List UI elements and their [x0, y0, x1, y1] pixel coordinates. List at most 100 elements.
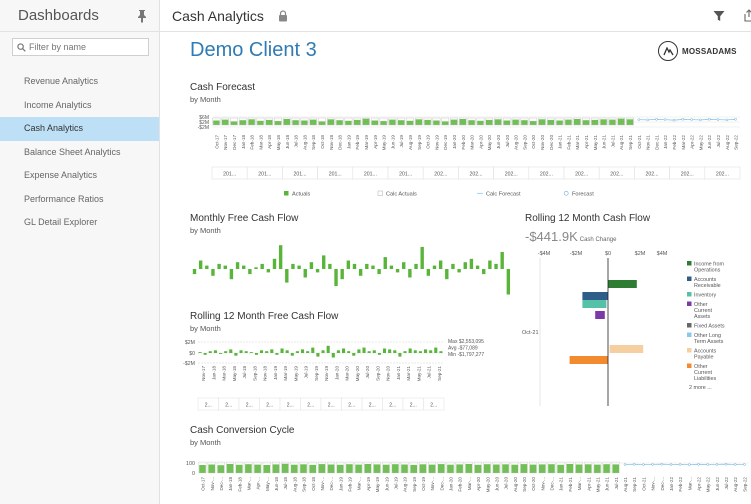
filter-field[interactable] [12, 38, 149, 56]
fcf-bar [457, 269, 461, 273]
actual-bar [354, 119, 361, 125]
filter-input[interactable] [28, 42, 148, 52]
ccc-bar [373, 464, 381, 473]
x-tick-label: Aug-22 [725, 135, 730, 150]
rfcf-bar [408, 348, 412, 353]
x-tick-label: Feb-18 [250, 135, 255, 150]
rolling-cf-title: Rolling 12 Month Cash Flow [525, 213, 651, 224]
ccc-bar [346, 464, 353, 473]
sidebar-header: Dashboards [0, 0, 159, 32]
sidebar-item-revenue-analytics[interactable]: Revenue Analytics [0, 70, 159, 94]
forecast-point [707, 118, 711, 121]
sidebar-item-expense-analytics[interactable]: Expense Analytics [0, 164, 159, 188]
fcf-bar [395, 269, 400, 273]
fcf-bar [248, 269, 252, 275]
actual-bar [486, 119, 493, 125]
ccc-bar [575, 464, 583, 473]
legend-swatch [687, 363, 692, 368]
actual-bar [530, 121, 537, 125]
rolling-fcf-chart[interactable]: $2M $0 -$2M Max $2,553,095Avg -$77,089Min -… [174, 338, 519, 414]
actual-bar [398, 120, 405, 125]
actual-bar [239, 120, 246, 125]
cash-forecast-title: Cash Forecast [190, 82, 256, 93]
x-tick-label: Nov-... [210, 477, 215, 491]
lock-icon[interactable] [278, 9, 288, 22]
x-tick-label: Jul-20 [505, 135, 510, 148]
rfcf-bar [347, 351, 351, 353]
year-label: 201... [329, 172, 342, 178]
year-label: 2... [266, 403, 273, 409]
rfcf-bar [306, 351, 310, 353]
x-tick-label: Mar-... [687, 477, 692, 490]
ccc-bar [511, 464, 519, 473]
ccc-bar [456, 464, 463, 473]
x-tick-label: Aug-19 [403, 477, 408, 492]
rfcf-bar [213, 350, 217, 353]
ccc-bar [447, 464, 454, 473]
ccc-bar [392, 464, 399, 473]
x-tick-label: Jun-19 [384, 477, 389, 491]
ccc-bar [538, 464, 546, 473]
ccc-chart[interactable]: 100 0 Oct-17 Nov-... Dec-... Jan-18 Feb-18 Mar-… [174, 458, 751, 504]
forecast-point [734, 118, 737, 121]
x-tick-label: Dec-... [439, 477, 444, 491]
legend-label: Inventory [694, 293, 716, 299]
x-tick-label: Dec-21 [654, 135, 659, 150]
sidebar-item-cash-analytics[interactable]: Cash Analytics [0, 117, 159, 141]
x-tick-label: Feb-22 [678, 477, 683, 492]
fcf-bar [205, 265, 209, 269]
x-tick-label: Mar-... [577, 477, 582, 490]
dashboard-canvas: Demo Client 3 MOSSADAMS Cash Forecast by… [160, 33, 751, 504]
x-tick-label: Jul-22 [716, 135, 721, 148]
fcf-bar [445, 269, 449, 280]
x-tick-label: Jul-18 [242, 366, 247, 379]
sidebar-item-performance-ratios[interactable]: Performance Ratios [0, 188, 159, 212]
x-tick-label: Sep-22 [742, 477, 747, 492]
rfcf-bar [362, 347, 366, 353]
share-icon[interactable] [743, 9, 751, 22]
fcf-bar [426, 269, 431, 276]
x-tick-label: May-18 [276, 135, 281, 151]
x-tick-label: Oct-19 [421, 477, 426, 491]
rfcf-bar [352, 353, 356, 356]
x-tick-label: Apr-19 [366, 477, 371, 491]
fcf-bar [346, 260, 351, 269]
actual-bar [609, 119, 616, 125]
cash-forecast-subtitle: by Month [190, 95, 221, 104]
actual-bar [521, 120, 528, 125]
rfcf-bar [203, 353, 207, 355]
rfcf-bar [229, 349, 233, 353]
x-tick-label: May-20 [487, 135, 492, 151]
x-tick-label: Apr-20 [476, 477, 481, 491]
sidebar-item-gl-detail-explorer[interactable]: GL Detail Explorer [0, 211, 159, 235]
x-tick-label: May-19 [375, 477, 380, 493]
actual-bar [415, 119, 422, 125]
actual-bar [292, 120, 299, 125]
x-tick-label: Feb-20 [461, 135, 466, 150]
y-tick-label: -$2M [198, 125, 209, 131]
x-tick-label: May-19 [293, 366, 298, 382]
fcf-bar [383, 257, 387, 269]
free-cash-flow-chart[interactable] [188, 237, 514, 307]
x-tick-label: Sep-19 [412, 477, 417, 492]
actual-bar [547, 119, 554, 125]
filter-icon[interactable] [713, 10, 725, 22]
pin-icon[interactable] [135, 9, 149, 23]
year-label: 201... [223, 172, 236, 178]
x-tick-label: Aug-21 [619, 135, 624, 150]
rfcf-bar [260, 350, 264, 353]
sidebar-item-balance-sheet-analytics[interactable]: Balance Sheet Analytics [0, 141, 159, 165]
year-label: 201... [258, 172, 271, 178]
rolling-cf-chart[interactable]: -$4M -$2M $0 $2M $4MOct-21Income fromOperati… [522, 248, 750, 410]
rfcf-bar [311, 347, 315, 353]
actual-bar [213, 120, 220, 125]
x-tick-label: Oct-20 [531, 477, 536, 491]
year-label: 201... [294, 172, 307, 178]
x-tick-label: Oct-21 [641, 477, 646, 491]
rfcf-bar [357, 349, 361, 353]
x-tick-label: Sep-19 [417, 135, 422, 150]
cash-forecast-chart[interactable]: $6M$2M-$2MOct-17 Nov-17 Dec-17 Jan-18 Feb-18… [188, 109, 748, 205]
x-tick-label: May-21 [595, 477, 600, 493]
sidebar-item-income-analytics[interactable]: Income Analytics [0, 94, 159, 118]
actual-bar [380, 121, 387, 125]
